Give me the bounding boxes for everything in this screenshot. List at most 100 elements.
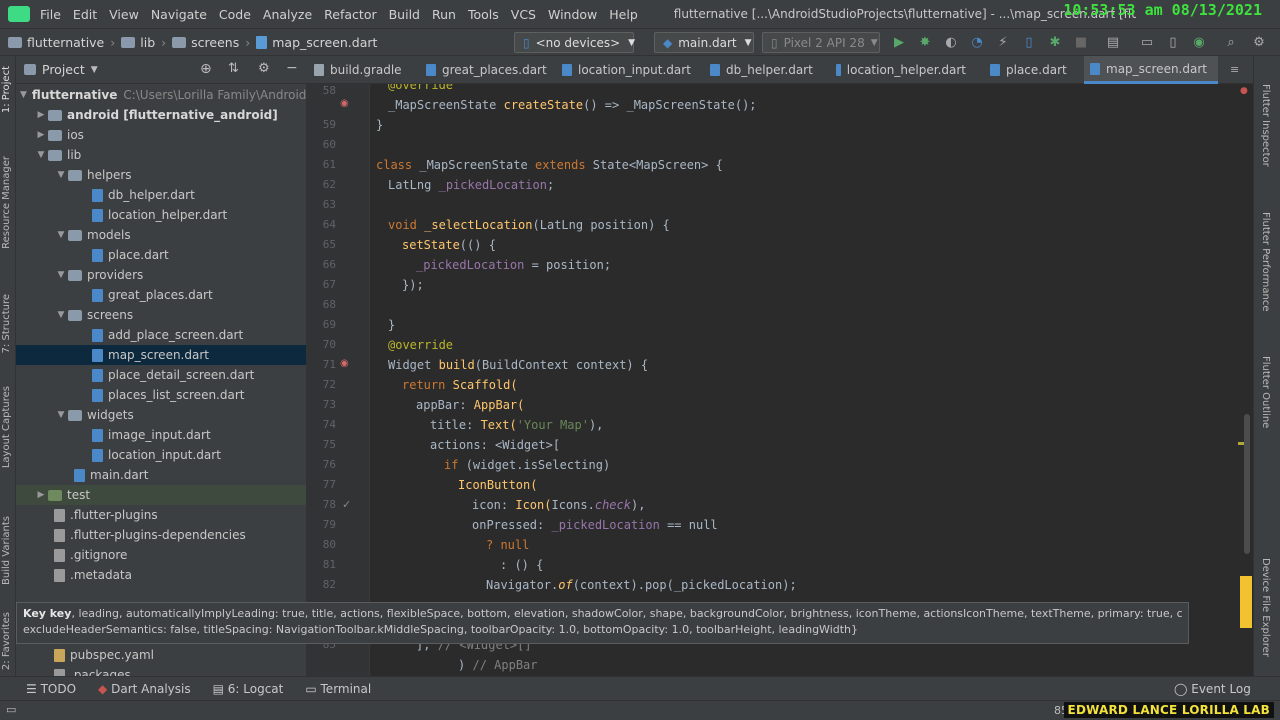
editor-scrollbar[interactable] <box>1244 414 1250 554</box>
debug-icon[interactable]: ✸ <box>917 35 933 51</box>
tab-db-helper[interactable]: db_helper.dart <box>704 56 820 84</box>
locate-icon[interactable]: ⊕ <box>200 61 212 77</box>
menu-tools[interactable]: Tools <box>462 7 505 22</box>
emulator-icon[interactable]: ▯ <box>1165 35 1181 51</box>
tree-row-flutternative[interactable]: ▼ flutternative C:\Users\Lorilla Family\… <box>16 85 306 105</box>
menu-vcs[interactable]: VCS <box>505 7 542 22</box>
menu-edit[interactable]: Edit <box>67 7 103 22</box>
device-selector[interactable]: ▯ <no devices> ▼ <box>514 32 635 53</box>
android-icon[interactable]: ◉ <box>1191 35 1207 51</box>
tree-row-helpers[interactable]: ▼ helpers <box>16 165 306 185</box>
tree-row-ios[interactable]: ▶ ios <box>16 125 306 145</box>
override-marker-icon[interactable]: ◉ <box>340 358 349 369</box>
profile-icon[interactable]: ◔ <box>969 35 985 51</box>
tab-place[interactable]: place.dart <box>984 56 1074 84</box>
expand-arrow-icon[interactable]: ▼ <box>54 310 68 320</box>
menu-file[interactable]: File <box>34 7 67 22</box>
stop-icon[interactable]: ■ <box>1073 35 1089 51</box>
expand-arrow-icon[interactable]: ▼ <box>54 270 68 280</box>
tree-row-map-screen[interactable]: map_screen.dart <box>16 345 306 365</box>
device-manager-icon[interactable]: ▯ <box>1021 35 1037 51</box>
tool-todo[interactable]: ☰ TODO <box>26 682 76 696</box>
tool-favorites[interactable]: 2: Favorites <box>1 612 12 670</box>
sdk-manager-icon[interactable]: ✱ <box>1047 35 1063 51</box>
menu-build[interactable]: Build <box>383 7 426 22</box>
tree-row-great-places[interactable]: great_places.dart <box>16 285 306 305</box>
attach-icon[interactable]: ◐ <box>943 35 959 51</box>
tree-row-place[interactable]: place.dart <box>16 245 306 265</box>
emulator-selector[interactable]: ▯ Pixel 2 API 28 ▼ <box>762 32 880 53</box>
tool-layout-captures[interactable]: Layout Captures <box>1 386 12 468</box>
tree-row-metadata[interactable]: .metadata <box>16 565 306 585</box>
tab-great-places[interactable]: great_places.dart <box>420 56 550 84</box>
breadcrumb-file[interactable]: map_screen.dart <box>272 35 377 50</box>
status-icon[interactable]: ▭ <box>6 703 16 716</box>
search-icon[interactable]: ⌕ <box>1223 35 1239 51</box>
expand-arrow-icon[interactable]: ▼ <box>34 150 48 160</box>
expand-arrow-icon[interactable]: ▶ <box>34 490 48 500</box>
tree-row-lib[interactable]: ▼ lib <box>16 145 306 165</box>
menu-refactor[interactable]: Refactor <box>318 7 382 22</box>
tree-row-flutter-plugins[interactable]: .flutter-plugins <box>16 505 306 525</box>
tree-row-db-helper[interactable]: db_helper.dart <box>16 185 306 205</box>
override-marker-icon[interactable]: ◉ <box>340 98 349 109</box>
tab-overflow-icon[interactable]: ≡ <box>1230 63 1239 76</box>
menu-analyze[interactable]: Analyze <box>257 7 318 22</box>
breadcrumb-screens[interactable]: screens <box>191 35 239 50</box>
tree-row-location-input[interactable]: location_input.dart <box>16 445 306 465</box>
tree-row-packages[interactable]: .packages <box>16 665 306 676</box>
expand-arrow-icon[interactable]: ▼ <box>20 90 27 100</box>
run-config-selector[interactable]: ◆ main.dart ▼ <box>654 32 754 53</box>
tool-terminal[interactable]: ▭ Terminal <box>305 682 371 696</box>
code-editor[interactable]: 58 59 60 61 62 63 64 65 66 67 68 69 70 7… <box>306 84 1253 676</box>
tool-build-variants[interactable]: Build Variants <box>1 516 12 585</box>
tool-flutter-inspector[interactable]: Flutter Inspector <box>1260 84 1271 167</box>
expand-arrow-icon[interactable]: ▶ <box>34 110 48 120</box>
tree-row-add-place-screen[interactable]: add_place_screen.dart <box>16 325 306 345</box>
tool-device-file-explorer[interactable]: Device File Explorer <box>1260 558 1271 657</box>
tree-row-places-list-screen[interactable]: places_list_screen.dart <box>16 385 306 405</box>
chevron-down-icon[interactable]: ▼ <box>91 65 98 75</box>
collapse-icon[interactable]: ⇅ <box>228 61 239 76</box>
tab-map-screen[interactable]: map_screen.dart <box>1084 56 1218 84</box>
tree-row-gitignore[interactable]: .gitignore <box>16 545 306 565</box>
tree-row-screens[interactable]: ▼ screens <box>16 305 306 325</box>
hot-reload-icon[interactable]: ⚡ <box>995 35 1011 51</box>
tab-location-input[interactable]: location_input.dart <box>556 56 696 84</box>
tree-row-android[interactable]: ▶ android [flutternative_android] <box>16 105 306 125</box>
event-log[interactable]: ◯ Event Log <box>1174 682 1251 696</box>
tree-row-pubspec[interactable]: pubspec.yaml <box>16 645 306 665</box>
project-structure-icon[interactable]: ▤ <box>1105 35 1121 51</box>
menu-code[interactable]: Code <box>213 7 257 22</box>
project-view-selector[interactable]: Project <box>42 62 85 77</box>
menu-run[interactable]: Run <box>426 7 462 22</box>
gear-icon[interactable]: ⚙ <box>258 61 270 76</box>
tab-build-gradle[interactable]: build.gradle <box>308 56 418 84</box>
breadcrumb-lib[interactable]: lib <box>140 35 155 50</box>
tree-row-widgets[interactable]: ▼ widgets <box>16 405 306 425</box>
expand-arrow-icon[interactable]: ▼ <box>54 410 68 420</box>
run-icon[interactable]: ▶ <box>891 35 907 51</box>
tool-resource-manager[interactable]: Resource Manager <box>1 156 12 249</box>
tool-dart-analysis[interactable]: ◆ Dart Analysis <box>98 682 191 696</box>
layout-icon[interactable]: ▭ <box>1139 35 1155 51</box>
menu-help[interactable]: Help <box>603 7 644 22</box>
tree-row-flutter-plugins-dependencies[interactable]: .flutter-plugins-dependencies <box>16 525 306 545</box>
tool-project[interactable]: 1: Project <box>1 66 12 113</box>
menu-navigate[interactable]: Navigate <box>145 7 213 22</box>
expand-arrow-icon[interactable]: ▼ <box>54 230 68 240</box>
tree-row-models[interactable]: ▼ models <box>16 225 306 245</box>
settings-icon[interactable]: ⚙ <box>1251 35 1267 51</box>
tab-location-helper[interactable]: location_helper.dart <box>830 56 966 84</box>
breadcrumb-project[interactable]: flutternative <box>27 35 104 50</box>
tool-flutter-outline[interactable]: Flutter Outline <box>1260 356 1271 428</box>
expand-arrow-icon[interactable]: ▼ <box>54 170 68 180</box>
expand-arrow-icon[interactable]: ▶ <box>34 130 48 140</box>
tree-row-image-input[interactable]: image_input.dart <box>16 425 306 445</box>
menu-window[interactable]: Window <box>542 7 603 22</box>
tree-row-test[interactable]: ▶ test <box>16 485 306 505</box>
tool-logcat[interactable]: ▤ 6: Logcat <box>213 682 284 696</box>
tree-row-place-detail-screen[interactable]: place_detail_screen.dart <box>16 365 306 385</box>
tree-row-providers[interactable]: ▼ providers <box>16 265 306 285</box>
tree-row-main[interactable]: main.dart <box>16 465 306 485</box>
